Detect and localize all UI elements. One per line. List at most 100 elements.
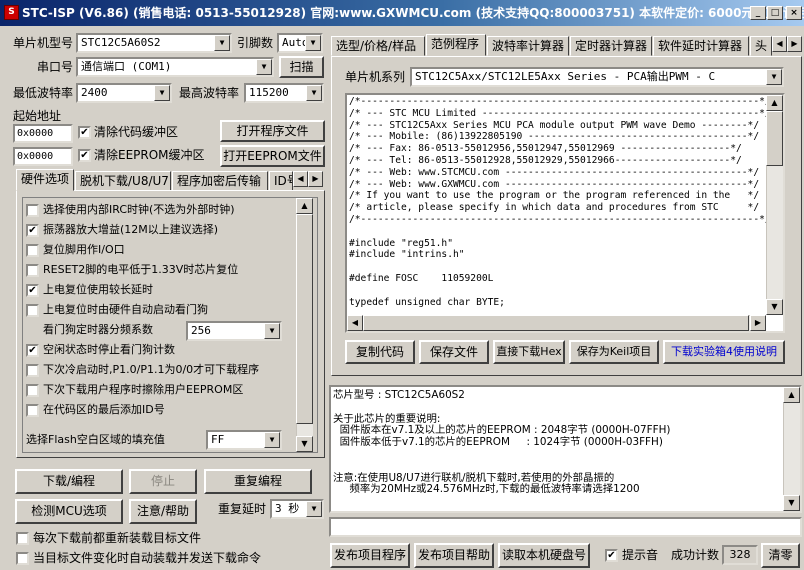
option-checkbox[interactable] xyxy=(26,384,39,397)
scroll-up-icon[interactable]: ▲ xyxy=(766,95,783,111)
watchdog-prescale-select[interactable]: 256 ▼ xyxy=(186,321,282,341)
chevron-down-icon: ▼ xyxy=(305,35,321,51)
option-checkbox[interactable] xyxy=(26,244,39,257)
copy-code-button[interactable]: 复制代码 xyxy=(345,340,415,364)
tab-timer-calculator[interactable]: 定时器计算器 xyxy=(570,36,652,56)
tab-hardware-options[interactable]: 硬件选项 xyxy=(16,169,74,191)
option-checkbox[interactable] xyxy=(26,264,39,277)
scroll-up-icon[interactable]: ▲ xyxy=(296,198,313,214)
pin-count-label: 引脚数 xyxy=(237,36,274,50)
scroll-thumb[interactable] xyxy=(363,315,749,331)
repeat-delay-label: 重复延时 xyxy=(218,502,267,516)
download-program-button[interactable]: 下载/编程 xyxy=(15,469,123,494)
option-label: 复位脚用作I/O口 xyxy=(43,243,125,256)
clear-code-checkbox[interactable]: ✔ xyxy=(78,126,91,139)
tab-scroll-left-icon[interactable]: ◀ xyxy=(293,171,308,187)
close-button[interactable]: × xyxy=(786,6,802,20)
watchdog-prescale-value: 256 xyxy=(191,324,211,337)
serial-port-select[interactable]: 通信端口 (COM1) ▼ xyxy=(76,57,274,77)
open-eeprom-button[interactable]: 打开EEPROM文件 xyxy=(220,145,325,167)
tab-scroll-left-icon[interactable]: ◀ xyxy=(772,36,787,52)
info-output[interactable]: 芯片型号 : STC12C5A60S2 关于此芯片的重要说明: 固件版本在v7.… xyxy=(329,385,802,513)
exp-box-manual-link[interactable]: 下载实验箱4使用说明 xyxy=(663,340,785,364)
save-file-button[interactable]: 保存文件 xyxy=(419,340,489,364)
max-baud-select[interactable]: 115200 ▼ xyxy=(244,83,324,103)
option-checkbox[interactable] xyxy=(26,404,39,417)
repeat-program-button[interactable]: 重复编程 xyxy=(204,469,312,494)
tab-id-number[interactable]: ID号 xyxy=(269,171,293,191)
open-program-button[interactable]: 打开程序文件 xyxy=(220,120,325,142)
clear-eeprom-checkbox[interactable]: ✔ xyxy=(78,149,91,162)
title-bar[interactable]: STC-ISP (V6.86) (销售电话: 0513-55012928) 官网… xyxy=(0,0,804,26)
tab-encrypted-transfer[interactable]: 程序加密后传输 xyxy=(172,171,268,191)
detect-mcu-button[interactable]: 检测MCU选项 xyxy=(15,499,123,524)
reload-before-download-checkbox[interactable] xyxy=(16,532,29,545)
option-label: 上电复位时由硬件自动启动看门狗 xyxy=(43,303,208,316)
serial-port-value: 通信端口 (COM1) xyxy=(81,60,172,73)
scroll-down-icon[interactable]: ▼ xyxy=(766,299,783,315)
tab-scroll-right-icon[interactable]: ▶ xyxy=(308,171,323,187)
eeprom-address-input[interactable]: 0x0000 xyxy=(13,147,73,166)
help-button[interactable]: 注意/帮助 xyxy=(129,499,197,524)
publish-help-button[interactable]: 发布项目帮助 xyxy=(414,543,494,568)
read-disk-id-button[interactable]: 读取本机硬盘号 xyxy=(498,543,590,568)
stop-button[interactable]: 停止 xyxy=(129,469,197,494)
success-count-value: 328 xyxy=(722,545,758,565)
watchdog-prescale-label: 看门狗定时器分频系数 xyxy=(43,323,153,336)
auto-download-checkbox[interactable] xyxy=(16,552,29,565)
chevron-down-icon: ▼ xyxy=(306,501,322,517)
tab-sample-programs[interactable]: 范例程序 xyxy=(426,34,486,56)
fill-value-label: 选择Flash空白区域的填充值 xyxy=(26,433,165,446)
scroll-thumb[interactable] xyxy=(766,111,783,166)
min-baud-select[interactable]: 2400 ▼ xyxy=(76,83,172,103)
mcu-series-select[interactable]: STC12C5Axx/STC12LE5Axx Series - PCA输出PWM… xyxy=(410,67,784,87)
pin-count-select[interactable]: Auto ▼ xyxy=(277,33,323,53)
save-keil-button[interactable]: 保存为Keil项目 xyxy=(569,340,659,364)
app-icon[interactable]: S xyxy=(4,5,19,20)
scroll-down-icon[interactable]: ▼ xyxy=(296,436,313,452)
beep-checkbox[interactable]: ✔ xyxy=(605,549,618,562)
scroll-down-icon[interactable]: ▼ xyxy=(783,495,800,511)
minimize-button[interactable]: _ xyxy=(750,6,766,20)
chevron-down-icon: ▼ xyxy=(264,323,280,339)
repeat-delay-select[interactable]: 3 秒 ▼ xyxy=(270,499,324,519)
tab-scroll-right-icon[interactable]: ▶ xyxy=(787,36,802,52)
scan-button[interactable]: 扫描 xyxy=(279,56,324,78)
publish-program-button[interactable]: 发布项目程序 xyxy=(330,543,410,568)
tab-selection-price[interactable]: 选型/价格/样品 xyxy=(331,36,425,56)
option-checkbox[interactable]: ✔ xyxy=(26,284,39,297)
option-checkbox[interactable] xyxy=(26,364,39,377)
option-checkbox[interactable]: ✔ xyxy=(26,344,39,357)
clear-count-button[interactable]: 清零 xyxy=(761,543,800,568)
option-checkbox[interactable] xyxy=(26,304,39,317)
scroll-right-icon[interactable]: ▶ xyxy=(750,315,766,331)
fill-value-select[interactable]: FF ▼ xyxy=(206,430,282,450)
option-label: 下次下载用户程序时擦除用户EEPROM区 xyxy=(43,383,244,396)
repeat-delay-value: 3 秒 xyxy=(275,502,300,515)
chevron-down-icon: ▼ xyxy=(154,85,170,101)
mcu-model-select[interactable]: STC12C5A60S2 ▼ xyxy=(76,33,232,53)
mcu-series-value: STC12C5Axx/STC12LE5Axx Series - PCA输出PWM… xyxy=(415,70,716,83)
chevron-down-icon: ▼ xyxy=(766,69,782,85)
option-label: 空闲状态时停止看门狗计数 xyxy=(43,343,175,356)
scroll-up-icon[interactable]: ▲ xyxy=(783,387,800,403)
tab-header[interactable]: 头 xyxy=(750,36,772,56)
chevron-down-icon: ▼ xyxy=(214,35,230,51)
code-viewer[interactable]: /*--------------------------------------… xyxy=(345,93,785,333)
option-label: 上电复位使用较长延时 xyxy=(43,283,153,296)
scroll-left-icon[interactable]: ◀ xyxy=(347,315,363,331)
clear-eeprom-label: 清除EEPROM缓冲区 xyxy=(94,148,205,162)
program-address-input[interactable]: 0x0000 xyxy=(13,124,73,143)
tab-delay-calculator[interactable]: 软件延时计算器 xyxy=(653,36,749,56)
option-label: 在代码区的最后添加ID号 xyxy=(43,403,165,416)
download-hex-button[interactable]: 直接下载Hex xyxy=(493,340,565,364)
option-label: 选择使用内部IRC时钟(不选为外部时钟) xyxy=(43,203,235,216)
mcu-model-label: 单片机型号 xyxy=(13,36,74,50)
info-scrollbar[interactable] xyxy=(783,387,800,511)
tab-offline-download[interactable]: 脱机下载/U8/U7 xyxy=(75,171,171,191)
scroll-thumb[interactable] xyxy=(296,214,313,424)
maximize-button[interactable]: □ xyxy=(767,6,783,20)
option-checkbox[interactable] xyxy=(26,204,39,217)
tab-baud-calculator[interactable]: 波特率计算器 xyxy=(487,36,569,56)
option-checkbox[interactable]: ✔ xyxy=(26,224,39,237)
